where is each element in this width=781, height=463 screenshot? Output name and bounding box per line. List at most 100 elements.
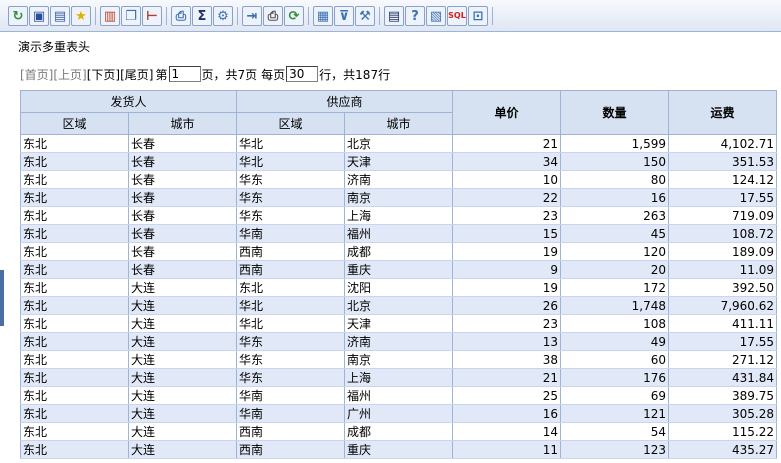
report-button[interactable]: ▧ [426, 6, 446, 26]
export-icon: ⇥ [246, 8, 258, 24]
table-row[interactable]: 东北 大连 华北 北京 26 1,748 7,960.62 [20, 296, 777, 315]
cell-quantity: 1,599 [560, 134, 669, 153]
cell-sender-city: 大连 [128, 368, 237, 387]
tools-button[interactable]: ⚒ [355, 6, 375, 26]
cell-supplier-city: 上海 [344, 206, 453, 225]
cell-quantity: 108 [560, 314, 669, 333]
table-row[interactable]: 东北 长春 华北 天津 34 150 351.53 [20, 152, 777, 171]
cell-quantity: 16 [560, 188, 669, 207]
sql-button[interactable]: SQL [447, 6, 467, 26]
tree-button[interactable]: ⊢ [142, 6, 162, 26]
cell-freight: 189.09 [668, 242, 777, 261]
save-icon: ▣ [32, 8, 46, 24]
splitter-handle[interactable] [0, 270, 4, 326]
cell-freight: 271.12 [668, 350, 777, 369]
table-row[interactable]: 东北 长春 西南 重庆 9 20 11.09 [20, 260, 777, 279]
refresh-button[interactable]: ↻ [8, 6, 28, 26]
cell-quantity: 45 [560, 224, 669, 243]
toolbar-separator [308, 7, 309, 25]
window-button[interactable]: ❐ [121, 6, 141, 26]
cell-freight: 431.84 [668, 368, 777, 387]
grid-button[interactable]: ▤ [384, 6, 404, 26]
grid-icon: ▤ [387, 8, 401, 24]
cell-sender-city: 长春 [128, 134, 237, 153]
cell-supplier-city: 南京 [344, 188, 453, 207]
table-row[interactable]: 东北 大连 西南 成都 14 54 115.22 [20, 422, 777, 441]
help-button[interactable]: ? [405, 6, 425, 26]
save-button[interactable]: ▣ [29, 6, 49, 26]
first-page-link[interactable]: [首页] [20, 66, 53, 83]
cell-freight: 124.12 [668, 170, 777, 189]
table-row[interactable]: 东北 长春 华东 南京 22 16 17.55 [20, 188, 777, 207]
table-row[interactable]: 东北 大连 华南 福州 25 69 389.75 [20, 386, 777, 405]
table-row[interactable]: 东北 长春 华东 上海 23 263 719.09 [20, 206, 777, 225]
export-button[interactable]: ⇥ [242, 6, 262, 26]
cell-freight: 11.09 [668, 260, 777, 279]
settings-icon: ⚙ [217, 8, 229, 24]
table-row[interactable]: 东北 大连 华南 广州 16 121 305.28 [20, 404, 777, 423]
chart-button[interactable]: ▥ [100, 6, 120, 26]
cell-price: 34 [452, 152, 561, 171]
cell-quantity: 54 [560, 422, 669, 441]
help-icon: ? [411, 8, 419, 24]
table-row[interactable]: 东北 长春 华南 福州 15 45 108.72 [20, 224, 777, 243]
cell-supplier-city: 福州 [344, 224, 453, 243]
table-row[interactable]: 东北 长春 华北 北京 21 1,599 4,102.71 [20, 134, 777, 153]
prev-page-link[interactable]: [上页] [53, 66, 86, 83]
rows-per-page-input[interactable] [286, 66, 319, 82]
cell-quantity: 150 [560, 152, 669, 171]
data-icon: ▦ [316, 8, 330, 24]
cell-supplier-region: 华北 [236, 296, 345, 315]
cell-sender-city: 长春 [128, 260, 237, 279]
table-row[interactable]: 东北 大连 西南 重庆 11 123 435.27 [20, 440, 777, 459]
print-preview-button[interactable]: ⎙ [171, 6, 191, 26]
table-row[interactable]: 东北 大连 华东 济南 13 49 17.55 [20, 332, 777, 351]
cell-freight: 7,960.62 [668, 296, 777, 315]
print-button[interactable]: ⎙ [263, 6, 283, 26]
page-number-input[interactable] [168, 66, 201, 82]
cell-supplier-region: 华东 [236, 170, 345, 189]
cell-sender-city: 大连 [128, 440, 237, 459]
cell-sender-region: 东北 [20, 404, 129, 423]
cell-quantity: 120 [560, 242, 669, 261]
next-page-link[interactable]: [下页] [87, 66, 120, 83]
cell-freight: 17.55 [668, 332, 777, 351]
table-row[interactable]: 东北 大连 华东 南京 38 60 271.12 [20, 350, 777, 369]
cell-supplier-city: 天津 [344, 152, 453, 171]
pager: [首页][上页][下页][尾页] 第 页，共7页 每页 行，共187行 [20, 66, 390, 82]
cell-supplier-region: 华北 [236, 314, 345, 333]
cell-quantity: 172 [560, 278, 669, 297]
cell-supplier-city: 沈阳 [344, 278, 453, 297]
table-row[interactable]: 东北 大连 华东 上海 21 176 431.84 [20, 368, 777, 387]
window-icon: ❐ [125, 8, 137, 24]
table-row[interactable]: 东北 长春 西南 成都 19 120 189.09 [20, 242, 777, 261]
cell-price: 26 [452, 296, 561, 315]
favorite-button[interactable]: ★ [71, 6, 91, 26]
data-button[interactable]: ▦ [313, 6, 333, 26]
header-sender: 发货人 [20, 90, 237, 113]
cell-sender-region: 东北 [20, 260, 129, 279]
header-sender-region: 区域 [20, 112, 129, 135]
cell-supplier-city: 天津 [344, 314, 453, 333]
cell-sender-region: 东北 [20, 350, 129, 369]
settings-button[interactable]: ⚙ [213, 6, 233, 26]
last-page-link[interactable]: [尾页] [120, 66, 153, 83]
cell-sender-region: 东北 [20, 224, 129, 243]
table-row[interactable]: 东北 长春 华东 济南 10 80 124.12 [20, 170, 777, 189]
table-row[interactable]: 东北 大连 东北 沈阳 19 172 392.50 [20, 278, 777, 297]
save-as-button[interactable]: ▤ [50, 6, 70, 26]
table-row[interactable]: 东北 大连 华北 天津 23 108 411.11 [20, 314, 777, 333]
filter-button[interactable]: ⊽ [334, 6, 354, 26]
header-supplier-city: 城市 [344, 112, 453, 135]
cell-price: 21 [452, 368, 561, 387]
exit-button[interactable]: ⊡ [468, 6, 488, 26]
cell-supplier-region: 东北 [236, 278, 345, 297]
cell-supplier-region: 华东 [236, 188, 345, 207]
cell-quantity: 121 [560, 404, 669, 423]
cell-price: 9 [452, 260, 561, 279]
sum-button[interactable]: Σ [192, 6, 212, 26]
sync-button[interactable]: ⟳ [284, 6, 304, 26]
cell-sender-region: 东北 [20, 134, 129, 153]
cell-sender-region: 东北 [20, 368, 129, 387]
toolbar-separator [95, 7, 96, 25]
